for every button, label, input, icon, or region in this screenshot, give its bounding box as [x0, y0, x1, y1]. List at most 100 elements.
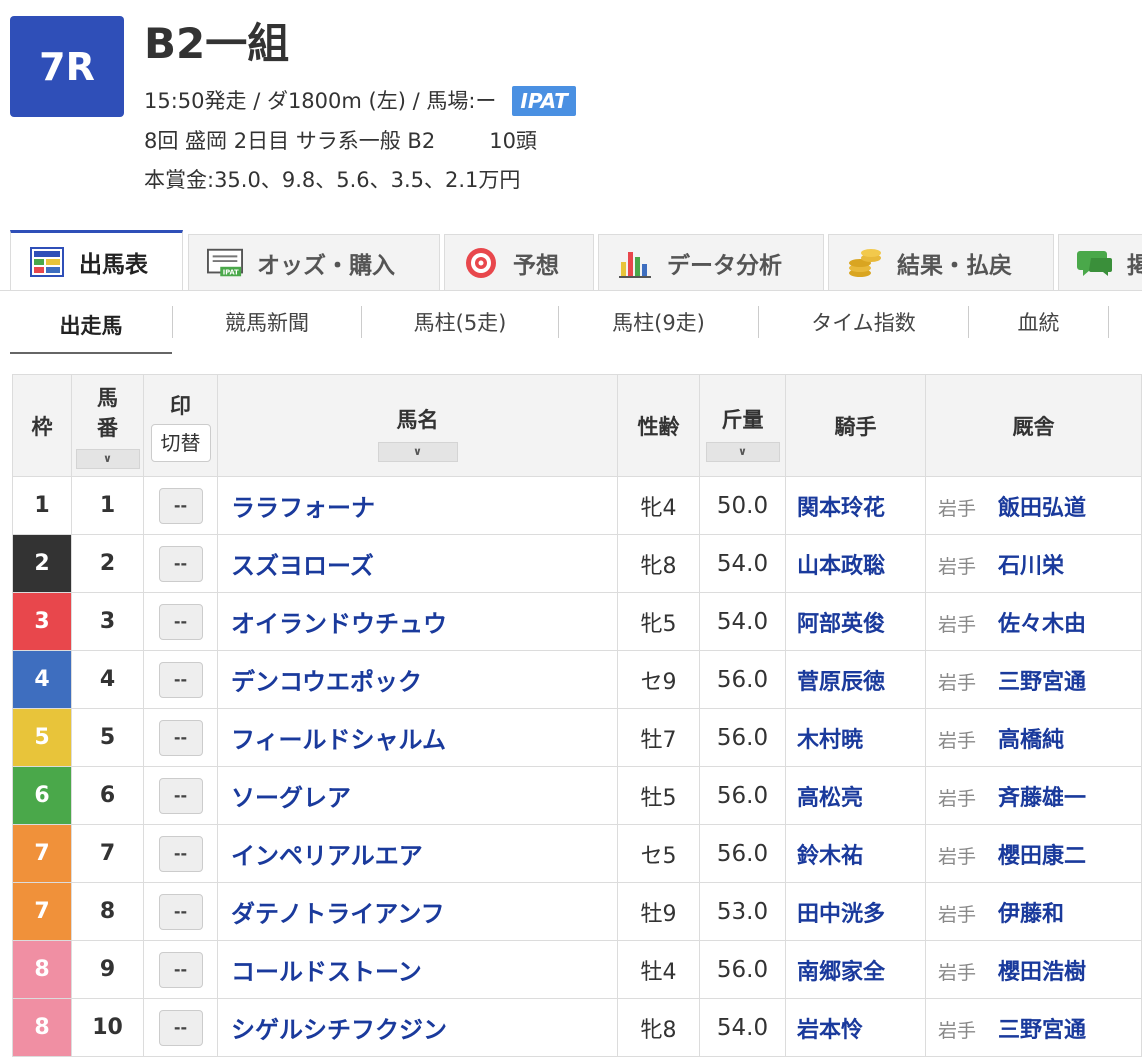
- waku-cell: 7: [12, 824, 72, 883]
- subtab-entries[interactable]: 出走馬: [10, 298, 172, 354]
- table-row: 8 10 -- シゲルシチフクジン 牝8 54.0 岩本怜 岩手 三野宮通: [12, 998, 1142, 1057]
- tab-prediction[interactable]: 予想: [444, 234, 594, 290]
- coins-icon: [847, 247, 883, 279]
- trainer-link[interactable]: 伊藤和: [998, 902, 1064, 927]
- jockey-link[interactable]: 南郷家全: [785, 940, 926, 999]
- race-number-badge: 7R: [10, 16, 124, 117]
- mark-select-button[interactable]: --: [158, 951, 203, 988]
- mark-select-button[interactable]: --: [158, 719, 203, 756]
- trainer-cell: 岩手 石川栄: [925, 534, 1142, 593]
- jockey-link[interactable]: 菅原辰徳: [785, 650, 926, 709]
- weight-cell: 56.0: [699, 766, 786, 825]
- trainer-cell: 岩手 伊藤和: [925, 882, 1142, 941]
- target-icon: [463, 247, 499, 279]
- tab-results-payout[interactable]: 結果・払戻: [828, 234, 1054, 290]
- horse-name-link[interactable]: デンコウエポック: [217, 650, 618, 709]
- subtab-past5[interactable]: 馬柱(5走): [362, 298, 558, 346]
- subtab-pedigree[interactable]: 血統: [969, 298, 1108, 346]
- subtab-past9[interactable]: 馬柱(9走): [559, 298, 758, 346]
- mark-switch-button[interactable]: 切替: [150, 423, 211, 462]
- trainer-link[interactable]: 斉藤雄一: [998, 786, 1086, 811]
- trainer-link[interactable]: 櫻田浩樹: [998, 960, 1086, 985]
- waku-cell: 1: [12, 476, 72, 535]
- waku-cell: 8: [12, 940, 72, 999]
- sex-age-cell: 牡4: [617, 940, 700, 999]
- horse-name-link[interactable]: オイランドウチュウ: [217, 592, 618, 651]
- jockey-link[interactable]: 山本政聡: [785, 534, 926, 593]
- waku-cell: 5: [12, 708, 72, 767]
- trainer-cell: 岩手 三野宮通: [925, 650, 1142, 709]
- tab-race-card[interactable]: 出馬表: [10, 230, 183, 290]
- mark-cell: --: [143, 708, 218, 767]
- ipat-badge[interactable]: IPAT: [512, 86, 576, 116]
- jockey-link[interactable]: 高松亮: [785, 766, 926, 825]
- header-weight-label: 斤量: [721, 407, 764, 432]
- horse-name-link[interactable]: フィールドシャルム: [217, 708, 618, 767]
- trainer-link[interactable]: 高橋純: [998, 728, 1064, 753]
- tab-label: 結果・払戻: [897, 252, 1012, 279]
- trainer-link[interactable]: 飯田弘道: [998, 496, 1086, 521]
- trainer-link[interactable]: 石川栄: [998, 554, 1064, 579]
- mark-select-button[interactable]: --: [158, 487, 203, 524]
- mark-select-button[interactable]: --: [158, 661, 203, 698]
- sort-umaban-button[interactable]: ∨: [75, 448, 140, 469]
- table-row: 3 3 -- オイランドウチュウ 牝5 54.0 阿部英俊 岩手 佐々木由: [12, 592, 1142, 651]
- jockey-link[interactable]: 鈴木祐: [785, 824, 926, 883]
- weight-cell: 50.0: [699, 476, 786, 535]
- tab-odds-purchase[interactable]: IPAT オッズ・購入: [188, 234, 440, 290]
- table-row: 4 4 -- デンコウエポック セ9 56.0 菅原辰徳 岩手 三野宮通: [12, 650, 1142, 709]
- table-row: 1 1 -- ララフォーナ 牝4 50.0 関本玲花 岩手 飯田弘道: [12, 476, 1142, 535]
- sort-weight-button[interactable]: ∨: [705, 441, 780, 462]
- horse-name-link[interactable]: ソーグレア: [217, 766, 618, 825]
- horse-name-link[interactable]: シゲルシチフクジン: [217, 998, 618, 1057]
- trainer-link[interactable]: 三野宮通: [998, 1018, 1086, 1043]
- main-tabs: 出馬表 IPAT オッズ・購入 予想 データ分析 結果・払戻 掲: [10, 230, 1142, 290]
- header-name: 馬名 ∨: [217, 374, 618, 477]
- trainer-link[interactable]: 櫻田康二: [998, 844, 1086, 869]
- trainer-link[interactable]: 佐々木由: [998, 612, 1086, 637]
- ipat-odds-icon: IPAT: [207, 247, 243, 279]
- horse-name-link[interactable]: ララフォーナ: [217, 476, 618, 535]
- mark-select-button[interactable]: --: [158, 777, 203, 814]
- weight-cell: 56.0: [699, 650, 786, 709]
- table-row: 8 9 -- コールドストーン 牡4 56.0 南郷家全 岩手 櫻田浩樹: [12, 940, 1142, 999]
- tab-data-analysis[interactable]: データ分析: [598, 234, 824, 290]
- sex-age-cell: 牝8: [617, 534, 700, 593]
- trainer-region: 岩手: [938, 961, 977, 984]
- race-prize: 本賞金:35.0、9.8、5.6、3.5、2.1万円: [144, 168, 521, 192]
- tabs-divider: [0, 290, 1142, 291]
- mark-select-button[interactable]: --: [158, 1009, 203, 1046]
- trainer-region: 岩手: [938, 1019, 977, 1042]
- horse-name-link[interactable]: コールドストーン: [217, 940, 618, 999]
- jockey-link[interactable]: 岩本怜: [785, 998, 926, 1057]
- table-row: 6 6 -- ソーグレア 牡5 56.0 高松亮 岩手 斉藤雄一: [12, 766, 1142, 825]
- mark-cell: --: [143, 998, 218, 1057]
- horse-name-link[interactable]: インペリアルエア: [217, 824, 618, 883]
- mark-cell: --: [143, 476, 218, 535]
- race-start-course: 15:50発走 / ダ1800m (左) / 馬場:ー: [144, 89, 497, 113]
- trainer-region: 岩手: [938, 845, 977, 868]
- tab-label: 出馬表: [79, 251, 148, 278]
- jockey-link[interactable]: 木村暁: [785, 708, 926, 767]
- mark-select-button[interactable]: --: [158, 545, 203, 582]
- subtab-newspaper[interactable]: 競馬新聞: [173, 298, 361, 346]
- race-heads: 10頭: [489, 129, 537, 153]
- horse-name-link[interactable]: スズヨローズ: [217, 534, 618, 593]
- mark-select-button[interactable]: --: [158, 835, 203, 872]
- mark-select-button[interactable]: --: [158, 603, 203, 640]
- trainer-region: 岩手: [938, 555, 977, 578]
- sort-name-button[interactable]: ∨: [377, 441, 458, 462]
- trainer-link[interactable]: 三野宮通: [998, 670, 1086, 695]
- jockey-link[interactable]: 田中洸多: [785, 882, 926, 941]
- jockey-link[interactable]: 阿部英俊: [785, 592, 926, 651]
- mark-cell: --: [143, 766, 218, 825]
- header-waku: 枠: [12, 374, 72, 477]
- header-umaban-label: 馬番: [97, 385, 118, 440]
- weight-cell: 56.0: [699, 708, 786, 767]
- tab-bbs[interactable]: 掲: [1058, 234, 1142, 290]
- mark-select-button[interactable]: --: [158, 893, 203, 930]
- subtab-time-index[interactable]: タイム指数: [759, 298, 968, 346]
- tab-label: オッズ・購入: [257, 252, 395, 279]
- jockey-link[interactable]: 関本玲花: [785, 476, 926, 535]
- horse-name-link[interactable]: ダテノトライアンフ: [217, 882, 618, 941]
